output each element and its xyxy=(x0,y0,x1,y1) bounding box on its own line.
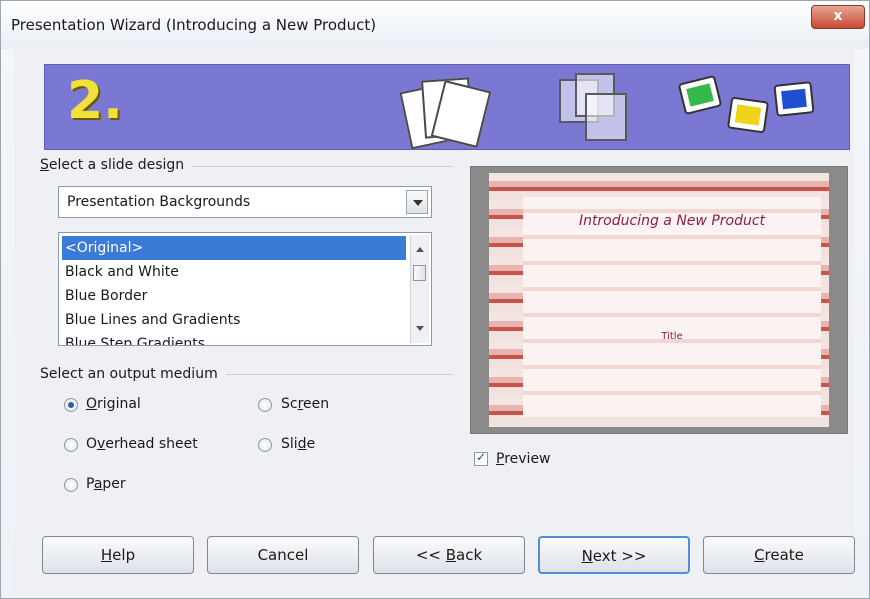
title-bar: Presentation Wizard (Introducing a New P… xyxy=(1,1,869,49)
list-item[interactable]: <Original> xyxy=(62,236,406,260)
back-button[interactable]: << Back xyxy=(373,536,525,574)
close-button[interactable]: x xyxy=(811,5,865,29)
radio-slide-label[interactable]: Slide xyxy=(281,436,315,452)
list-item[interactable]: Blue Step Gradients xyxy=(62,332,406,345)
next-button[interactable]: Next >> xyxy=(538,536,690,574)
cancel-button[interactable]: Cancel xyxy=(207,536,359,574)
create-button[interactable]: Create xyxy=(703,536,855,574)
overlapping-frames-icon xyxy=(555,71,635,145)
help-button[interactable]: Help xyxy=(42,536,194,574)
list-item[interactable]: Blue Border xyxy=(62,284,406,308)
step-number: 2. xyxy=(67,71,123,131)
list-item[interactable]: Black and White xyxy=(62,260,406,284)
radio-original[interactable] xyxy=(64,398,78,412)
preview-slide-subtitle: Title xyxy=(661,331,683,342)
pages-icon xyxy=(397,73,492,149)
radio-screen[interactable] xyxy=(258,398,272,412)
list-item[interactable]: Blue Lines and Gradients xyxy=(62,308,406,332)
radio-paper-label[interactable]: Paper xyxy=(86,476,126,492)
radio-overhead-sheet-label[interactable]: Overhead sheet xyxy=(86,436,198,452)
radio-screen-label[interactable]: Screen xyxy=(281,396,329,412)
scroll-thumb[interactable] xyxy=(413,265,426,281)
list-scrollbar[interactable] xyxy=(410,235,429,343)
preview-slide: Introducing a New Product Title xyxy=(523,197,821,417)
design-category-select[interactable]: Presentation Backgrounds xyxy=(58,186,432,218)
design-group-label: Select a slide design xyxy=(40,157,193,173)
window-title: Presentation Wizard (Introducing a New P… xyxy=(11,16,377,34)
preview-slide-title: Introducing a New Product xyxy=(578,213,766,229)
scroll-down-icon[interactable] xyxy=(416,326,424,331)
design-list[interactable]: <Original> Black and White Blue Border B… xyxy=(58,232,432,346)
radio-paper[interactable] xyxy=(64,478,78,492)
preview-background: Introducing a New Product Title xyxy=(489,173,829,427)
preview-checkbox[interactable] xyxy=(474,450,488,466)
scroll-up-icon[interactable] xyxy=(416,247,424,252)
radio-slide[interactable] xyxy=(258,438,272,452)
design-category-value: Presentation Backgrounds xyxy=(67,194,251,210)
color-slides-icon xyxy=(677,73,831,143)
chevron-down-icon[interactable] xyxy=(406,190,428,214)
slide-preview: Introducing a New Product Title xyxy=(470,166,848,434)
preview-checkbox-label[interactable]: Preview xyxy=(496,451,551,467)
radio-overhead-sheet[interactable] xyxy=(64,438,78,452)
radio-original-label[interactable]: Original xyxy=(86,396,141,412)
output-group-label: Select an output medium xyxy=(40,366,226,382)
step-banner: 2. xyxy=(44,64,850,150)
